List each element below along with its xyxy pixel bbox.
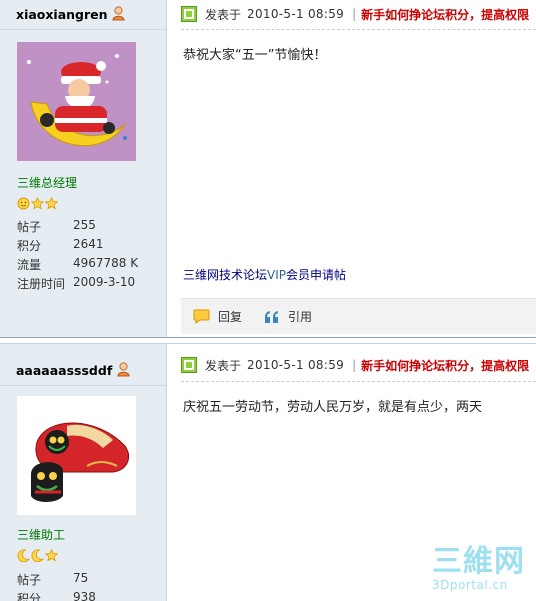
- user-sidebar: aaaaaasssddf 三维助工 帖子 75 积分 938: [0, 344, 167, 601]
- stat-label: 帖子: [17, 573, 42, 587]
- quote-button[interactable]: 引用: [264, 308, 312, 325]
- rank-stars: [17, 197, 58, 211]
- stat-value: 255: [73, 218, 96, 232]
- notice-link[interactable]: 新手如何挣论坛积分，提高权限: [361, 6, 529, 23]
- post-1: xiaoxiangren 三维总经理 帖子 255 积分 2641 流量 496…: [0, 0, 536, 337]
- star-icon: [45, 197, 58, 210]
- watermark-logo-text: 三維网: [432, 544, 525, 579]
- quote-icon: [265, 310, 279, 323]
- vip-link-prefix: 三维网技术论坛: [183, 268, 268, 282]
- star-icon: [31, 197, 44, 210]
- stat-row: 流量 4967788 K: [17, 256, 167, 275]
- reply-label: 回复: [218, 310, 243, 324]
- stat-row: 积分 938: [17, 590, 167, 601]
- username-row: aaaaaasssddf: [0, 348, 167, 386]
- rank-stars: [17, 549, 58, 563]
- user-status-icon: [112, 6, 125, 21]
- stat-row: 积分 2641: [17, 237, 167, 256]
- post-header: 发表于 2010-5-1 08:59 | 新手如何挣论坛积分，提高权限: [181, 4, 529, 24]
- username-link[interactable]: xiaoxiangren: [16, 7, 108, 22]
- user-stats: 帖子 75 积分 938: [17, 571, 167, 601]
- stat-row: 注册时间 2009-3-10: [17, 275, 167, 294]
- header-divider: [181, 381, 536, 382]
- avatar[interactable]: [17, 42, 136, 161]
- username-link[interactable]: aaaaaasssddf: [16, 363, 112, 378]
- stat-value: 938: [73, 590, 96, 601]
- username-row: xiaoxiangren: [0, 0, 167, 30]
- avatar[interactable]: [17, 396, 136, 515]
- vip-link-vip: VIP: [267, 268, 286, 282]
- post-message: 恭祝大家“五一”节愉快！: [183, 48, 327, 63]
- user-group: 三维总经理: [17, 176, 78, 190]
- stat-value: 4967788 K: [73, 256, 139, 270]
- sun-icon: [17, 197, 30, 210]
- avatar-shoes-image: [17, 396, 136, 515]
- avatar-santa-image: [17, 42, 136, 161]
- user-group: 三维助工: [17, 528, 66, 542]
- stat-label: 积分: [17, 592, 42, 601]
- stat-value: 75: [73, 571, 89, 585]
- user-sidebar: xiaoxiangren 三维总经理 帖子 255 积分 2641 流量 496…: [0, 0, 167, 337]
- vip-link-suffix: 会员申请帖: [286, 268, 347, 282]
- header-divider: [181, 29, 536, 30]
- post-actions: 回复 引用: [181, 298, 536, 334]
- stat-label: 流量: [17, 258, 42, 272]
- post-date: 2010-5-1 08:59: [247, 7, 345, 21]
- posted-label: 发表于: [205, 358, 242, 373]
- moon-icon: [31, 549, 44, 562]
- post-divider: [0, 337, 536, 344]
- stat-label: 积分: [17, 239, 42, 253]
- post-green-icon: [181, 6, 197, 22]
- post-content: 发表于 2010-5-1 08:59 | 新手如何挣论坛积分，提高权限 恭祝大家…: [167, 0, 536, 337]
- post-green-icon: [181, 357, 197, 373]
- reply-button[interactable]: 回复: [193, 308, 242, 325]
- quote-label: 引用: [288, 310, 313, 324]
- watermark-url: 3Dportal.cn: [432, 578, 508, 592]
- stat-row: 帖子 75: [17, 571, 167, 590]
- stat-label: 帖子: [17, 220, 42, 234]
- separator: |: [352, 358, 357, 372]
- moon-icon: [17, 549, 30, 562]
- post-message: 庆祝五一劳动节，劳动人民万岁，就是有点少，两天: [183, 400, 483, 415]
- stat-value: 2641: [73, 237, 104, 251]
- star-icon: [45, 549, 58, 562]
- stat-label: 注册时间: [17, 277, 66, 291]
- vip-link[interactable]: 三维网技术论坛VIP会员申请帖: [183, 266, 346, 283]
- user-stats: 帖子 255 积分 2641 流量 4967788 K 注册时间 2009-3-…: [17, 218, 167, 294]
- separator: |: [352, 7, 357, 21]
- reply-icon: [193, 309, 210, 324]
- post-header: 发表于 2010-5-1 08:59 | 新手如何挣论坛积分，提高权限: [181, 355, 529, 375]
- notice-link[interactable]: 新手如何挣论坛积分，提高权限: [361, 357, 529, 374]
- stat-value: 2009-3-10: [73, 275, 136, 289]
- stat-row: 帖子 255: [17, 218, 167, 237]
- site-watermark: 三維网 3Dportal.cn: [432, 546, 532, 594]
- post-date: 2010-5-1 08:59: [247, 358, 345, 372]
- posted-label: 发表于: [205, 7, 242, 22]
- user-status-icon: [117, 362, 130, 377]
